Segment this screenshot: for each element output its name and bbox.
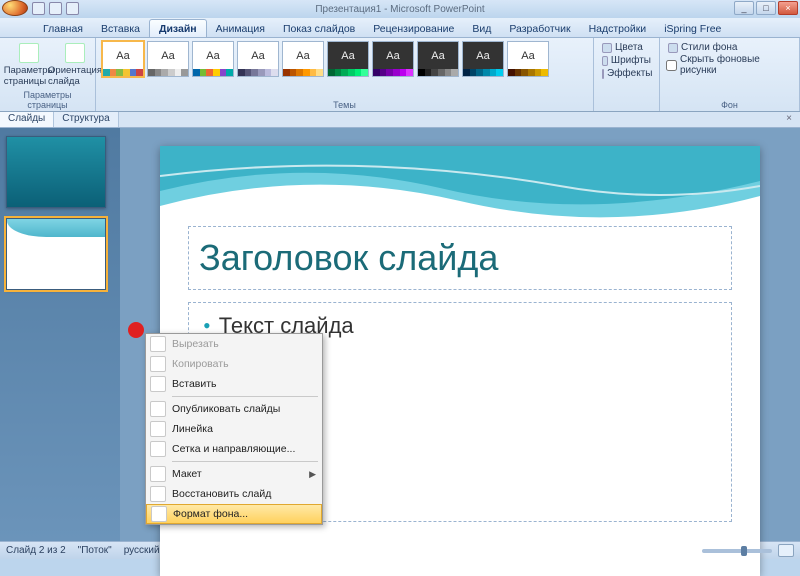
- menu-item-icon: [150, 486, 166, 502]
- pane-close-button[interactable]: ×: [772, 112, 800, 127]
- slide-orientation-button[interactable]: Ориентация слайда: [52, 41, 98, 89]
- menu-item-icon: [150, 356, 166, 372]
- theme-swatch-9[interactable]: Aa: [507, 41, 549, 77]
- background-styles-button[interactable]: Стили фона: [666, 41, 793, 54]
- pane-tabs: Слайды Структура ×: [0, 112, 800, 128]
- status-slide-pos: Слайд 2 из 2: [6, 545, 66, 556]
- context-menu-item-5[interactable]: Сетка и направляющие...: [146, 439, 322, 459]
- menu-item-icon: [150, 401, 166, 417]
- theme-swatch-3[interactable]: Aa: [237, 41, 279, 77]
- menu-item-icon: [150, 441, 166, 457]
- minimize-button[interactable]: _: [734, 1, 754, 15]
- office-button[interactable]: [2, 0, 28, 16]
- theme-fonts-button[interactable]: Шрифты: [600, 54, 653, 67]
- context-menu-item-1: Копировать: [146, 354, 322, 374]
- context-menu-item-7[interactable]: Восстановить слайд: [146, 484, 322, 504]
- ribbon-tab-1[interactable]: Вставка: [92, 20, 149, 37]
- page-setup-button[interactable]: Параметры страницы: [6, 41, 52, 89]
- qat-undo-icon[interactable]: [49, 2, 62, 15]
- effects-label: Эффекты: [607, 68, 652, 79]
- thumbnail-pane[interactable]: [0, 128, 120, 541]
- qat-save-icon[interactable]: [32, 2, 45, 15]
- status-theme-name: "Поток": [78, 545, 112, 556]
- effects-icon: [602, 69, 604, 79]
- colors-label: Цвета: [615, 42, 643, 53]
- theme-swatch-5[interactable]: Aa: [327, 41, 369, 77]
- context-menu-item-2[interactable]: Вставить: [146, 374, 322, 394]
- fonts-icon: [602, 56, 608, 66]
- page-setup-icon: [19, 43, 39, 63]
- orientation-label: Ориентация слайда: [48, 65, 102, 87]
- ribbon-tabs: ГлавнаяВставкаДизайнАнимацияПоказ слайдо…: [0, 18, 800, 38]
- quick-access-toolbar: [2, 0, 79, 16]
- workspace: Заголовок слайда Текст слайда: [0, 128, 800, 541]
- fonts-label: Шрифты: [611, 55, 651, 66]
- ribbon-tab-9[interactable]: iSpring Free: [655, 20, 730, 37]
- ribbon-tab-4[interactable]: Показ слайдов: [274, 20, 364, 37]
- menu-item-icon: [150, 336, 166, 352]
- bg-styles-icon: [668, 43, 678, 53]
- title-placeholder[interactable]: Заголовок слайда: [188, 226, 732, 290]
- theme-gallery[interactable]: AaAaAaAaAaAaAaAaAaAa: [102, 41, 587, 77]
- menu-item-icon: [150, 466, 166, 482]
- close-button[interactable]: ×: [778, 1, 798, 15]
- orientation-icon: [65, 43, 85, 63]
- context-menu-item-4[interactable]: Линейка: [146, 419, 322, 439]
- context-menu: ВырезатьКопироватьВставить Опубликовать с…: [145, 333, 323, 525]
- maximize-button[interactable]: □: [756, 1, 776, 15]
- theme-swatch-2[interactable]: Aa: [192, 41, 234, 77]
- page-setup-label: Параметры страницы: [4, 65, 55, 87]
- slide-thumb-1[interactable]: [6, 136, 106, 208]
- ribbon-tab-3[interactable]: Анимация: [207, 20, 274, 37]
- context-menu-item-0: Вырезать: [146, 334, 322, 354]
- ribbon-tab-8[interactable]: Надстройки: [580, 20, 656, 37]
- menu-item-icon: [151, 506, 167, 522]
- context-menu-item-3[interactable]: Опубликовать слайды: [146, 399, 322, 419]
- ribbon: Параметры страницы Ориентация слайда Пар…: [0, 38, 800, 112]
- zoom-slider[interactable]: [702, 549, 772, 553]
- qat-redo-icon[interactable]: [66, 2, 79, 15]
- hide-bg-label: Скрыть фоновые рисунки: [680, 54, 793, 76]
- menu-item-icon: [150, 421, 166, 437]
- theme-swatch-0[interactable]: Aa: [102, 41, 144, 77]
- bg-styles-label: Стили фона: [681, 42, 737, 53]
- title-bar: Презентация1 - Microsoft PowerPoint _ □ …: [0, 0, 800, 18]
- theme-colors-button[interactable]: Цвета: [600, 41, 653, 54]
- group-label-themes: Темы: [102, 99, 587, 110]
- context-menu-item-8[interactable]: Формат фона...: [146, 504, 322, 524]
- ribbon-tab-5[interactable]: Рецензирование: [364, 20, 463, 37]
- group-label-page-setup: Параметры страницы: [6, 89, 89, 110]
- colors-icon: [602, 43, 612, 53]
- theme-swatch-1[interactable]: Aa: [147, 41, 189, 77]
- theme-effects-button[interactable]: Эффекты: [600, 67, 653, 80]
- theme-swatch-7[interactable]: Aa: [417, 41, 459, 77]
- submenu-arrow-icon: ▶: [309, 469, 316, 480]
- zoom-handle[interactable]: [741, 546, 747, 556]
- window-title: Презентация1 - Microsoft PowerPoint: [315, 4, 484, 15]
- ribbon-tab-0[interactable]: Главная: [34, 20, 92, 37]
- ribbon-tab-6[interactable]: Вид: [463, 20, 500, 37]
- theme-swoosh-graphic: [160, 146, 760, 236]
- pane-tab-slides[interactable]: Слайды: [0, 112, 54, 127]
- ribbon-tab-7[interactable]: Разработчик: [500, 20, 579, 37]
- status-language: русский: [124, 545, 160, 556]
- menu-item-icon: [150, 376, 166, 392]
- theme-swatch-4[interactable]: Aa: [282, 41, 324, 77]
- theme-swatch-8[interactable]: Aa: [462, 41, 504, 77]
- theme-swatch-6[interactable]: Aa: [372, 41, 414, 77]
- group-label-background: Фон: [666, 99, 793, 110]
- ribbon-tab-2[interactable]: Дизайн: [149, 19, 207, 37]
- fit-to-window-button[interactable]: [778, 544, 794, 557]
- annotation-marker: [128, 322, 144, 338]
- pane-tab-outline[interactable]: Структура: [54, 112, 118, 127]
- context-menu-item-6[interactable]: Макет▶: [146, 464, 322, 484]
- hide-bg-checkbox[interactable]: [666, 60, 677, 71]
- slide-thumb-2[interactable]: [6, 218, 106, 290]
- hide-bg-graphics-checkbox[interactable]: Скрыть фоновые рисунки: [666, 54, 793, 76]
